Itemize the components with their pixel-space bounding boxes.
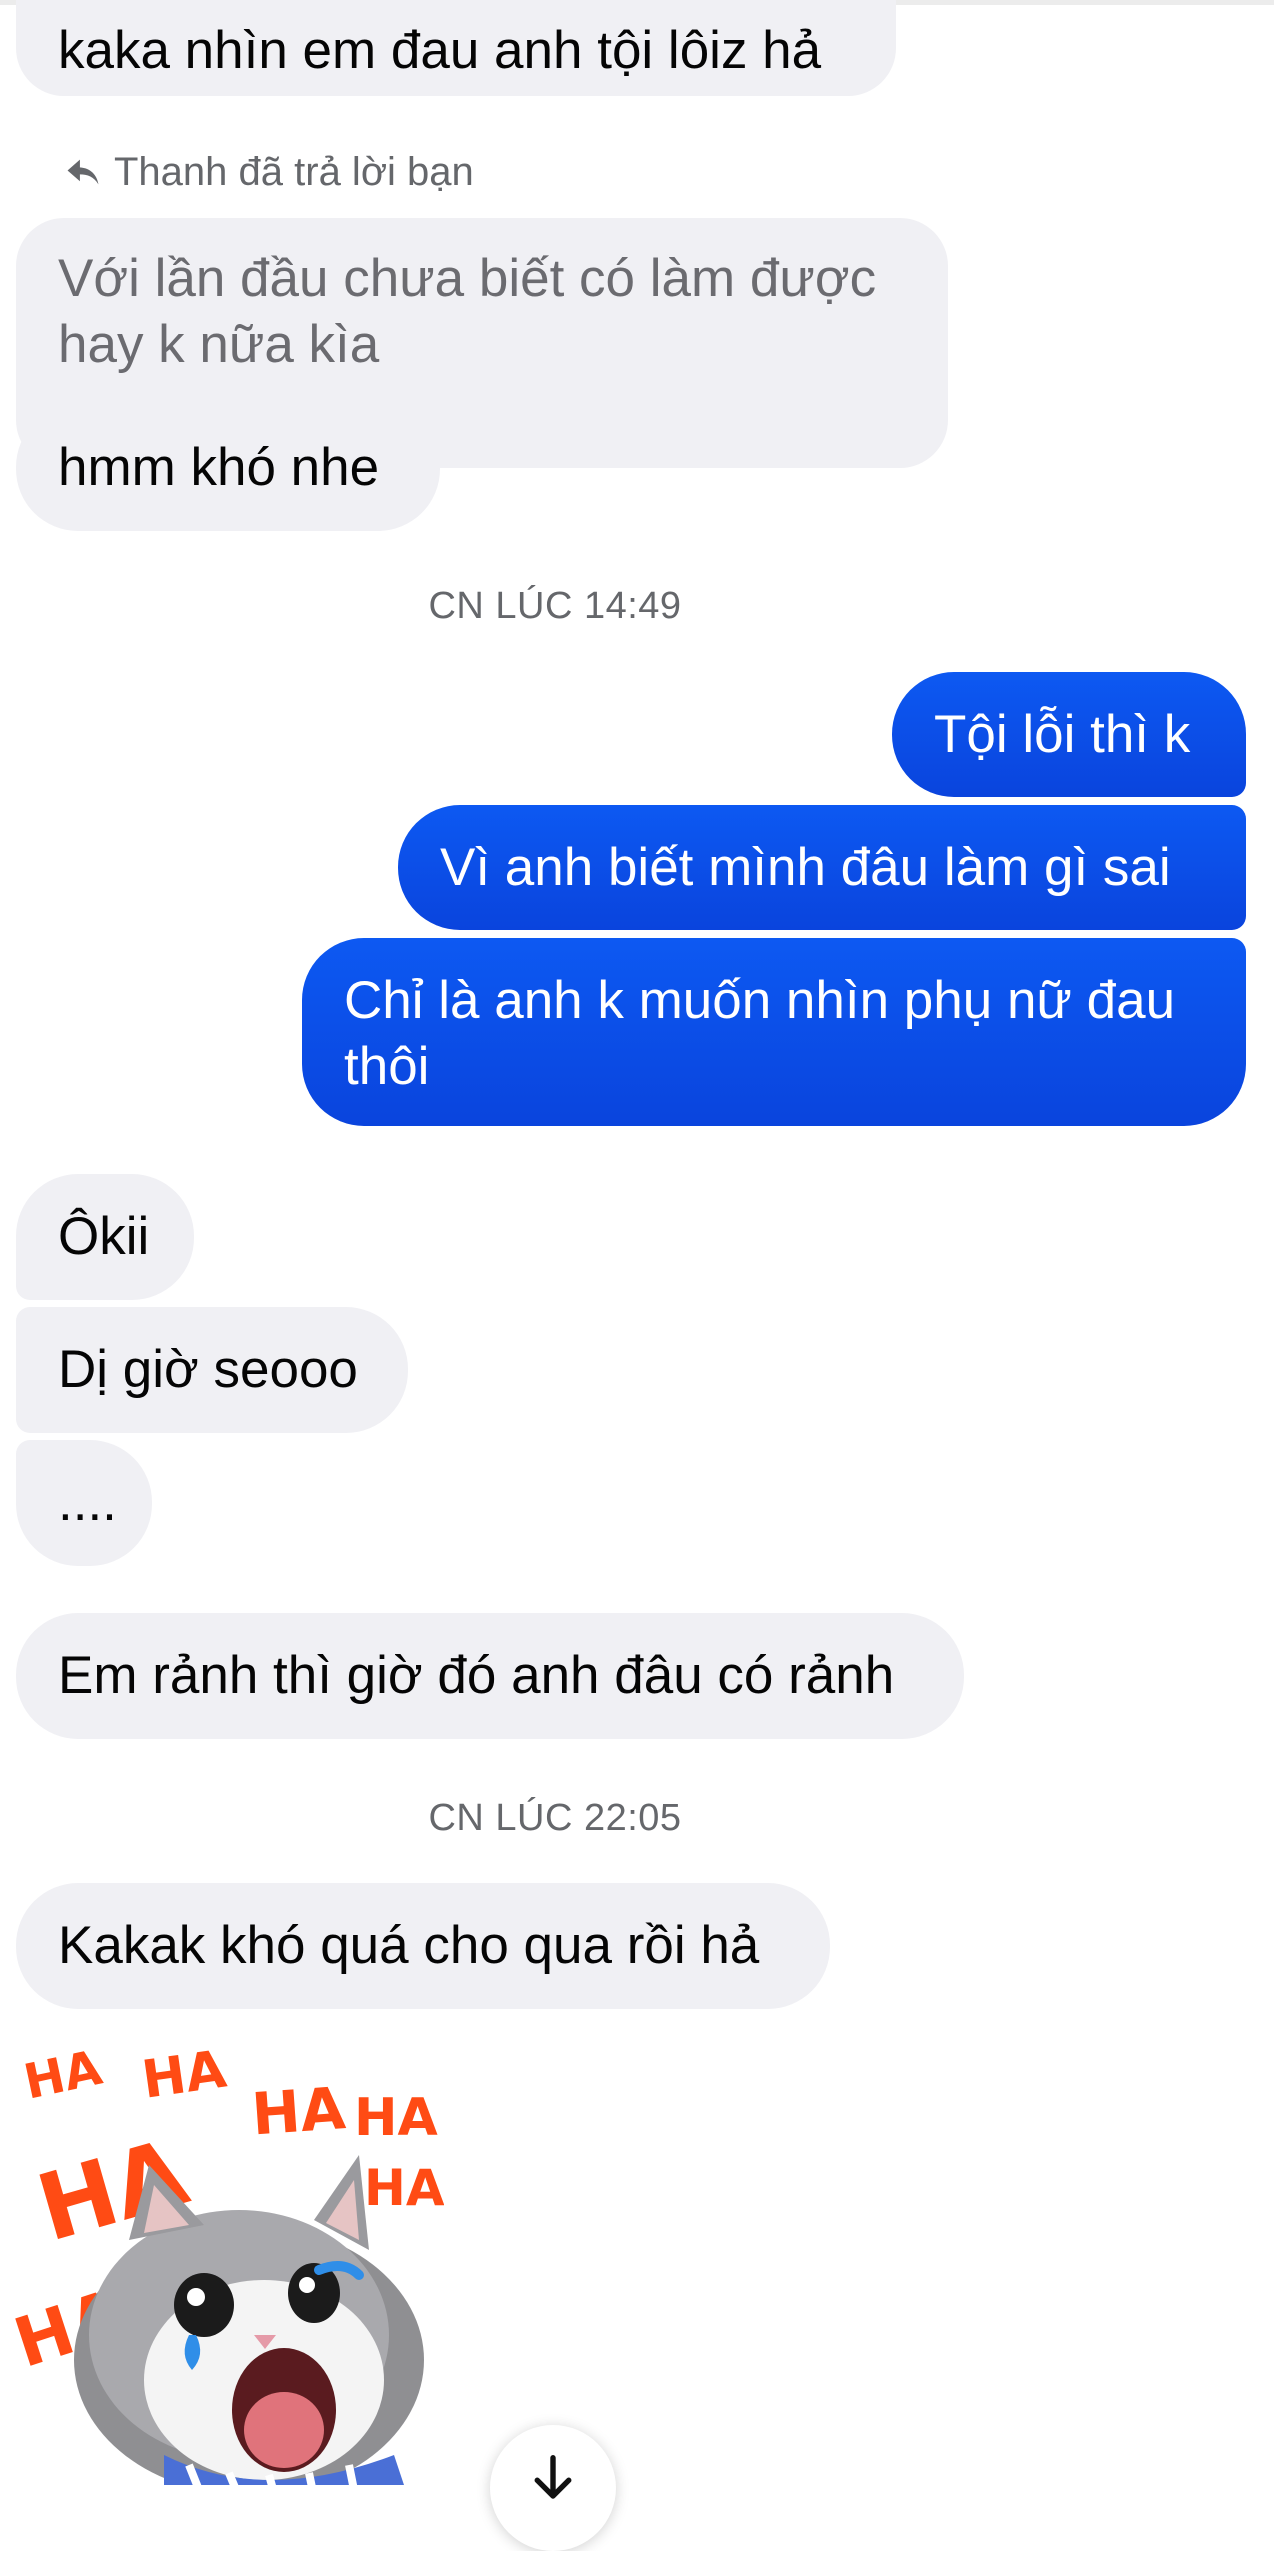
arrow-down-icon xyxy=(534,2455,572,2499)
message-text: kaka nhìn em đau anh tội lôiz hả xyxy=(58,21,822,80)
message-bubble-incoming[interactable]: .... xyxy=(16,1440,152,1566)
message-bubble-outgoing[interactable]: Vì anh biết mình đâu làm gì sai xyxy=(398,805,1246,930)
reply-indicator: Thanh đã trả lời bạn xyxy=(64,142,474,202)
message-text: Ôkii xyxy=(58,1207,150,1266)
sticker-text: HA xyxy=(364,2159,444,2217)
sticker-text: HA xyxy=(250,2074,348,2148)
quoted-message-text: Với lần đầu chưa biết có làm được hay k … xyxy=(58,249,877,374)
sticker-text: HA xyxy=(19,2040,106,2111)
message-bubble-incoming[interactable]: kaka nhìn em đau anh tội lôiz hả xyxy=(16,0,896,96)
message-text: Dị giờ seooo xyxy=(58,1340,358,1399)
message-text: Vì anh biết mình đâu làm gì sai xyxy=(440,837,1171,897)
message-bubble-outgoing[interactable]: Tội lỗi thì k xyxy=(892,672,1246,797)
message-bubble-incoming[interactable]: Em rảnh thì giờ đó anh đâu có rảnh xyxy=(16,1613,964,1739)
message-bubble-outgoing[interactable]: Chỉ là anh k muốn nhìn phụ nữ đau thôi xyxy=(302,938,1246,1126)
timestamp: CN LÚC 22:05 xyxy=(428,1797,682,1839)
scroll-to-bottom-button[interactable] xyxy=(490,2425,616,2551)
message-bubble-incoming[interactable]: Ôkii xyxy=(16,1174,194,1300)
message-text: Kakak khó quá cho qua rồi hả xyxy=(58,1916,760,1975)
reply-label-text: Thanh đã trả lời bạn xyxy=(114,149,474,194)
message-bubble-incoming[interactable]: Dị giờ seooo xyxy=(16,1307,408,1433)
message-text: Em rảnh thì giờ đó anh đâu có rảnh xyxy=(58,1646,895,1705)
message-text: Tội lỗi thì k xyxy=(934,704,1191,764)
sticker-text: HA xyxy=(138,2040,229,2111)
message-bubble-incoming[interactable]: Kakak khó quá cho qua rồi hả xyxy=(16,1883,830,2009)
message-text: Chỉ là anh k muốn nhìn phụ nữ đau thôi xyxy=(344,971,1176,1096)
timestamp: CN LÚC 14:49 xyxy=(428,585,682,627)
message-bubble-incoming[interactable]: hmm khó nhe xyxy=(16,405,440,531)
message-text: hmm khó nhe xyxy=(58,438,380,497)
message-text: .... xyxy=(58,1473,117,1532)
sticker-text: HA xyxy=(354,2088,438,2148)
reply-arrow-icon xyxy=(67,159,99,185)
laughing-cat-sticker[interactable]: HA HA HA HA HA HA HA xyxy=(14,2035,444,2485)
